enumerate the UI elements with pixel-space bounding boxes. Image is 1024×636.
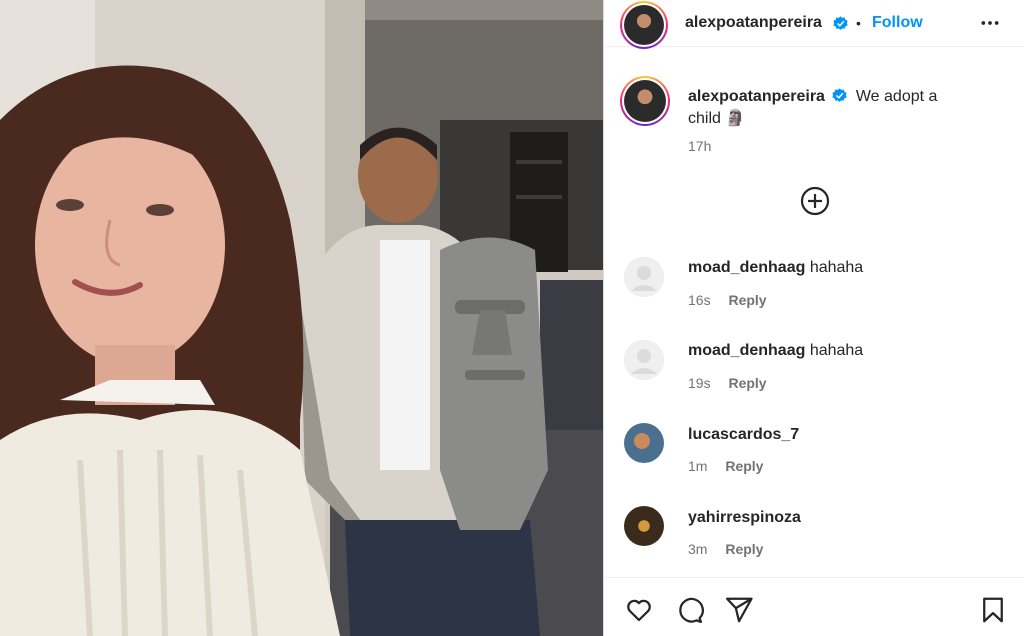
comment-text: lucascardos_7 xyxy=(688,426,799,444)
heart-icon[interactable] xyxy=(624,595,654,625)
bookmark-icon[interactable] xyxy=(978,595,1008,625)
action-bar xyxy=(604,577,1024,636)
author-username[interactable]: alexpoatanpereira xyxy=(685,14,822,32)
comment-text: moad_denhaag hahaha xyxy=(688,259,863,277)
comment-meta: 19s Reply xyxy=(688,375,767,391)
comment-username[interactable]: moad_denhaag xyxy=(688,342,805,359)
comment-meta: 1m Reply xyxy=(688,458,763,474)
comment-icon[interactable] xyxy=(674,595,704,625)
caption-avatar[interactable] xyxy=(620,76,670,126)
comment-avatar[interactable] xyxy=(624,423,664,463)
comment-time: 19s xyxy=(688,375,711,391)
verified-badge-icon xyxy=(833,16,848,30)
caption-text-line1: We adopt a xyxy=(855,88,938,105)
comment-body: hahaha xyxy=(809,259,864,276)
comment-meta: 3m Reply xyxy=(688,541,763,557)
comment-username[interactable]: lucascardos_7 xyxy=(688,426,799,443)
verified-badge-icon xyxy=(832,88,848,102)
comment-avatar[interactable] xyxy=(624,257,664,297)
comment-time: 1m xyxy=(688,458,708,474)
comment-avatar[interactable] xyxy=(624,506,664,546)
post-header: alexpoatanpereira • Follow xyxy=(604,0,1024,49)
comment-text: yahirrespinoza xyxy=(688,509,801,527)
comment-avatar[interactable] xyxy=(624,340,664,380)
post-panel: alexpoatanpereira • Follow alexpoatanper… xyxy=(603,0,1024,636)
reply-button[interactable]: Reply xyxy=(728,292,766,308)
post-photo[interactable] xyxy=(0,0,603,636)
caption-text-line2: child 🗿 xyxy=(688,110,746,127)
send-icon[interactable] xyxy=(724,595,754,625)
comment-time: 16s xyxy=(688,292,711,308)
separator-dot: • xyxy=(856,15,861,31)
follow-button[interactable]: Follow xyxy=(872,14,923,32)
more-options-icon[interactable] xyxy=(979,13,1001,33)
plus-circle-icon[interactable] xyxy=(800,186,830,216)
reply-button[interactable]: Reply xyxy=(725,541,763,557)
reply-button[interactable]: Reply xyxy=(728,375,766,391)
comment-meta: 16s Reply xyxy=(688,292,767,308)
author-avatar[interactable] xyxy=(620,1,668,49)
photo-illustration xyxy=(0,0,603,636)
comment-username[interactable]: yahirrespinoza xyxy=(688,509,801,526)
default-avatar-icon xyxy=(624,340,664,380)
comment-text: moad_denhaag hahaha xyxy=(688,342,863,360)
caption-time: 17h xyxy=(688,138,712,154)
reply-button[interactable]: Reply xyxy=(725,458,763,474)
caption-username[interactable]: alexpoatanpereira xyxy=(688,88,825,105)
caption: alexpoatanpereira We adopt a child 🗿 xyxy=(688,86,988,130)
comment-body: hahaha xyxy=(809,342,864,359)
default-avatar-icon xyxy=(624,257,664,297)
comment-time: 3m xyxy=(688,541,708,557)
comment-username[interactable]: moad_denhaag xyxy=(688,259,805,276)
